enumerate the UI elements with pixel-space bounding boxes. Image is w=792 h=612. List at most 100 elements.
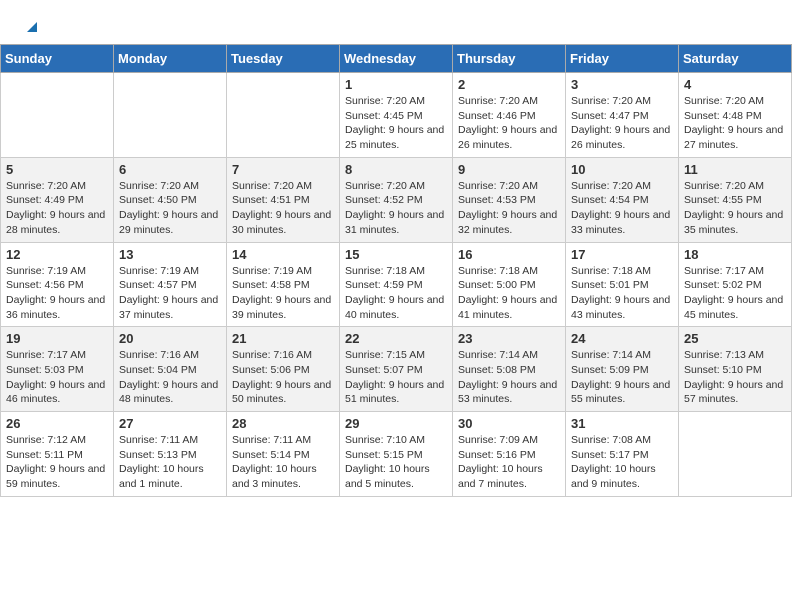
calendar-cell: 13Sunrise: 7:19 AMSunset: 4:57 PMDayligh… — [114, 242, 227, 327]
calendar-cell: 24 Sunrise: 7:14 AMSunset: 5:09 PMDayligh… — [566, 327, 679, 412]
day-number: 9 — [458, 162, 560, 177]
calendar-cell: 25 Sunrise: 7:13 AMSunset: 5:10 PMDayligh… — [679, 327, 792, 412]
day-number: 10 — [571, 162, 673, 177]
day-detail: Sunrise: 7:11 AMSunset: 5:14 PMDaylight:… — [232, 433, 334, 492]
day-detail: Sunrise: 7:19 AMSunset: 4:56 PMDaylight:… — [6, 264, 108, 323]
day-detail: Sunrise: 7:20 AMSunset: 4:53 PMDaylight:… — [458, 179, 560, 238]
day-number: 7 — [232, 162, 334, 177]
day-number: 31 — [571, 416, 673, 431]
day-number: 25 — [684, 331, 786, 346]
day-detail: Sunrise: 7:20 AMSunset: 4:51 PMDaylight:… — [232, 179, 334, 238]
day-number: 12 — [6, 247, 108, 262]
calendar-cell — [114, 73, 227, 158]
day-detail: Sunrise: 7:09 AMSunset: 5:16 PMDaylight:… — [458, 433, 560, 492]
day-number: 5 — [6, 162, 108, 177]
calendar-cell: 17 Sunrise: 7:18 AMSunset: 5:01 PMDayligh… — [566, 242, 679, 327]
calendar-cell: 29 Sunrise: 7:10 AMSunset: 5:15 PMDayligh… — [340, 412, 453, 497]
weekday-header-sunday: Sunday — [1, 45, 114, 73]
calendar-cell: 2Sunrise: 7:20 AMSunset: 4:46 PMDaylight… — [453, 73, 566, 158]
day-number: 26 — [6, 416, 108, 431]
day-detail: Sunrise: 7:20 AMSunset: 4:48 PMDaylight:… — [684, 94, 786, 153]
calendar-week-3: 12 Sunrise: 7:19 AMSunset: 4:56 PMDayligh… — [1, 242, 792, 327]
calendar-cell: 9 Sunrise: 7:20 AMSunset: 4:53 PMDaylight… — [453, 157, 566, 242]
day-number: 21 — [232, 331, 334, 346]
day-detail: Sunrise: 7:20 AMSunset: 4:54 PMDaylight:… — [571, 179, 673, 238]
calendar-body: 1 Sunrise: 7:20 AMSunset: 4:45 PMDaylight… — [1, 73, 792, 497]
day-detail: Sunrise: 7:20 AMSunset: 4:49 PMDaylight:… — [6, 179, 108, 238]
day-number: 23 — [458, 331, 560, 346]
calendar-cell: 14 Sunrise: 7:19 AMSunset: 4:58 PMDayligh… — [227, 242, 340, 327]
calendar-cell: 19Sunrise: 7:17 AMSunset: 5:03 PMDayligh… — [1, 327, 114, 412]
weekday-header-friday: Friday — [566, 45, 679, 73]
calendar-cell: 10 Sunrise: 7:20 AMSunset: 4:54 PMDayligh… — [566, 157, 679, 242]
weekday-header-saturday: Saturday — [679, 45, 792, 73]
calendar-cell: 26 Sunrise: 7:12 AMSunset: 5:11 PMDayligh… — [1, 412, 114, 497]
calendar-cell: 12 Sunrise: 7:19 AMSunset: 4:56 PMDayligh… — [1, 242, 114, 327]
day-detail: Sunrise: 7:12 AMSunset: 5:11 PMDaylight:… — [6, 433, 108, 492]
calendar-cell: 18 Sunrise: 7:17 AMSunset: 5:02 PMDayligh… — [679, 242, 792, 327]
calendar-week-4: 19Sunrise: 7:17 AMSunset: 5:03 PMDayligh… — [1, 327, 792, 412]
day-detail: Sunrise: 7:20 AMSunset: 4:50 PMDaylight:… — [119, 179, 221, 238]
day-detail: Sunrise: 7:14 AMSunset: 5:09 PMDaylight:… — [571, 348, 673, 407]
day-number: 28 — [232, 416, 334, 431]
day-number: 17 — [571, 247, 673, 262]
calendar-cell: 3Sunrise: 7:20 AMSunset: 4:47 PMDaylight… — [566, 73, 679, 158]
day-number: 6 — [119, 162, 221, 177]
day-detail: Sunrise: 7:10 AMSunset: 5:15 PMDaylight:… — [345, 433, 447, 492]
day-detail: Sunrise: 7:17 AMSunset: 5:03 PMDaylight:… — [6, 348, 108, 407]
day-detail: Sunrise: 7:20 AMSunset: 4:47 PMDaylight:… — [571, 94, 673, 153]
calendar-cell: 27Sunrise: 7:11 AMSunset: 5:13 PMDayligh… — [114, 412, 227, 497]
day-number: 29 — [345, 416, 447, 431]
calendar-cell — [679, 412, 792, 497]
calendar-cell: 20Sunrise: 7:16 AMSunset: 5:04 PMDayligh… — [114, 327, 227, 412]
day-number: 30 — [458, 416, 560, 431]
day-detail: Sunrise: 7:20 AMSunset: 4:52 PMDaylight:… — [345, 179, 447, 238]
day-detail: Sunrise: 7:08 AMSunset: 5:17 PMDaylight:… — [571, 433, 673, 492]
calendar-cell: 16Sunrise: 7:18 AMSunset: 5:00 PMDayligh… — [453, 242, 566, 327]
day-number: 1 — [345, 77, 447, 92]
day-number: 14 — [232, 247, 334, 262]
calendar-cell: 23 Sunrise: 7:14 AMSunset: 5:08 PMDayligh… — [453, 327, 566, 412]
calendar-cell: 21 Sunrise: 7:16 AMSunset: 5:06 PMDayligh… — [227, 327, 340, 412]
weekday-header-thursday: Thursday — [453, 45, 566, 73]
day-number: 27 — [119, 416, 221, 431]
day-number: 18 — [684, 247, 786, 262]
day-detail: Sunrise: 7:17 AMSunset: 5:02 PMDaylight:… — [684, 264, 786, 323]
day-detail: Sunrise: 7:20 AMSunset: 4:55 PMDaylight:… — [684, 179, 786, 238]
day-number: 24 — [571, 331, 673, 346]
day-detail: Sunrise: 7:14 AMSunset: 5:08 PMDaylight:… — [458, 348, 560, 407]
logo-triangle-icon — [25, 20, 39, 34]
day-detail: Sunrise: 7:16 AMSunset: 5:06 PMDaylight:… — [232, 348, 334, 407]
calendar-cell: 30 Sunrise: 7:09 AMSunset: 5:16 PMDayligh… — [453, 412, 566, 497]
logo-line1 — [24, 16, 39, 36]
day-detail: Sunrise: 7:20 AMSunset: 4:46 PMDaylight:… — [458, 94, 560, 153]
calendar-cell: 11 Sunrise: 7:20 AMSunset: 4:55 PMDayligh… — [679, 157, 792, 242]
logo — [24, 16, 39, 36]
header — [0, 0, 792, 44]
calendar-cell: 5 Sunrise: 7:20 AMSunset: 4:49 PMDaylight… — [1, 157, 114, 242]
day-detail: Sunrise: 7:18 AMSunset: 4:59 PMDaylight:… — [345, 264, 447, 323]
calendar-cell — [227, 73, 340, 158]
day-detail: Sunrise: 7:19 AMSunset: 4:57 PMDaylight:… — [119, 264, 221, 323]
calendar-cell: 6 Sunrise: 7:20 AMSunset: 4:50 PMDaylight… — [114, 157, 227, 242]
weekday-header-monday: Monday — [114, 45, 227, 73]
weekday-row: SundayMondayTuesdayWednesdayThursdayFrid… — [1, 45, 792, 73]
calendar-header: SundayMondayTuesdayWednesdayThursdayFrid… — [1, 45, 792, 73]
day-detail: Sunrise: 7:20 AMSunset: 4:45 PMDaylight:… — [345, 94, 447, 153]
calendar-cell: 7 Sunrise: 7:20 AMSunset: 4:51 PMDaylight… — [227, 157, 340, 242]
calendar-week-2: 5 Sunrise: 7:20 AMSunset: 4:49 PMDaylight… — [1, 157, 792, 242]
calendar-week-5: 26 Sunrise: 7:12 AMSunset: 5:11 PMDayligh… — [1, 412, 792, 497]
day-detail: Sunrise: 7:18 AMSunset: 5:00 PMDaylight:… — [458, 264, 560, 323]
day-number: 22 — [345, 331, 447, 346]
day-detail: Sunrise: 7:18 AMSunset: 5:01 PMDaylight:… — [571, 264, 673, 323]
day-detail: Sunrise: 7:19 AMSunset: 4:58 PMDaylight:… — [232, 264, 334, 323]
day-detail: Sunrise: 7:13 AMSunset: 5:10 PMDaylight:… — [684, 348, 786, 407]
calendar-cell — [1, 73, 114, 158]
day-number: 11 — [684, 162, 786, 177]
day-number: 15 — [345, 247, 447, 262]
day-number: 4 — [684, 77, 786, 92]
day-detail: Sunrise: 7:15 AMSunset: 5:07 PMDaylight:… — [345, 348, 447, 407]
day-detail: Sunrise: 7:16 AMSunset: 5:04 PMDaylight:… — [119, 348, 221, 407]
calendar-cell: 22 Sunrise: 7:15 AMSunset: 5:07 PMDayligh… — [340, 327, 453, 412]
calendar-week-1: 1 Sunrise: 7:20 AMSunset: 4:45 PMDaylight… — [1, 73, 792, 158]
